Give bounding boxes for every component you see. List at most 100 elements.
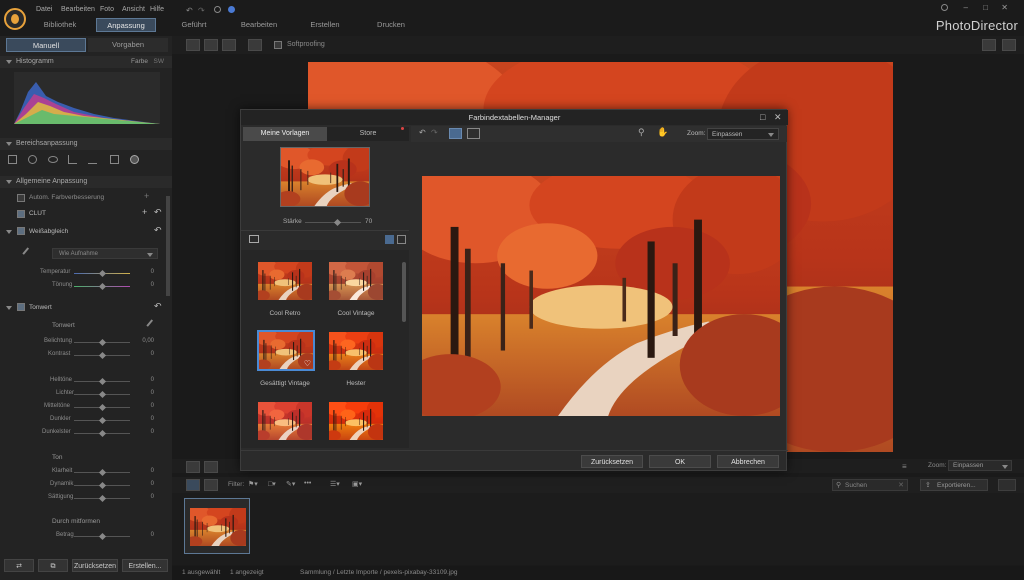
import-clut-icon[interactable] — [249, 235, 259, 243]
preset-scrollbar[interactable] — [402, 262, 406, 322]
reset-all-button[interactable]: Zurücksetzen — [72, 559, 118, 572]
tab-bearbeiten[interactable]: Bearbeiten — [228, 18, 290, 32]
kontrast-knob[interactable] — [98, 351, 107, 360]
tab-anpassung[interactable]: Anpassung — [96, 18, 156, 32]
tab-gefuehrt[interactable]: Geführt — [164, 18, 224, 32]
dialog-redo-icon[interactable]: ↷ — [431, 128, 438, 137]
reset-button[interactable]: Zurücksetzen — [581, 455, 643, 468]
crop-tool-icon[interactable] — [8, 155, 17, 164]
grid-view-icon[interactable] — [186, 461, 200, 473]
zoom-tool-icon[interactable] — [982, 39, 996, 51]
gradient-tool-icon[interactable] — [88, 155, 97, 164]
clut-reset-icon[interactable]: ↶ — [154, 207, 162, 218]
more-filter-icon[interactable]: ••• — [304, 480, 311, 487]
dialog-maximize-icon[interactable]: □ — [760, 112, 765, 122]
preset-thumb-6[interactable] — [329, 402, 383, 440]
tab-manuell[interactable]: Manuell — [6, 38, 86, 52]
tab-meine-vorlagen[interactable]: Meine Vorlagen — [243, 127, 327, 141]
lichter-knob[interactable] — [98, 377, 107, 386]
dialog-zoom-select[interactable]: Einpassen — [707, 128, 779, 140]
menu-foto[interactable]: Foto — [100, 6, 114, 13]
main-zoom-select[interactable]: Einpassen — [948, 460, 1012, 471]
search-input[interactable]: ⚲ Suchen ✕ — [832, 479, 908, 491]
betrag-knob[interactable] — [98, 532, 107, 541]
sort-icon[interactable]: ≡ — [902, 462, 907, 471]
filmstrip-thumbnail[interactable] — [184, 498, 250, 554]
panel-scrollbar[interactable] — [166, 196, 170, 296]
wb-reset-icon[interactable]: ↶ — [154, 225, 162, 236]
tonwert-checkbox[interactable] — [17, 303, 25, 311]
dialog-undo-icon[interactable]: ↶ — [419, 128, 426, 137]
toenung-knob[interactable] — [98, 282, 107, 291]
dunkler-knob[interactable] — [98, 416, 107, 425]
mitteltoene-knob[interactable] — [98, 403, 107, 412]
wb-checkbox[interactable] — [17, 227, 25, 235]
create-preset-button[interactable]: Erstellen... — [122, 559, 168, 572]
tab-store[interactable]: Store — [327, 127, 409, 141]
temperatur-knob[interactable] — [98, 269, 107, 278]
undo-icon[interactable]: ↶ — [186, 6, 193, 15]
close-app-icon[interactable]: ✕ — [1001, 3, 1008, 12]
list-mode-icon[interactable] — [397, 235, 406, 244]
dialog-preview-image[interactable] — [422, 176, 780, 416]
dunkelster-knob[interactable] — [98, 429, 107, 438]
preset-thumb-hester[interactable] — [329, 332, 383, 370]
cancel-button[interactable]: Abbrechen — [717, 455, 779, 468]
preset-thumb-gesaettigt-vintage[interactable]: ♡ — [257, 330, 315, 371]
dialog-close-icon[interactable]: ✕ — [774, 112, 782, 123]
auto-color-plus-icon[interactable]: + — [144, 191, 149, 201]
minimize-icon[interactable]: – — [964, 3, 968, 12]
tab-bibliothek[interactable]: Bibliothek — [30, 18, 90, 32]
favorite-heart-icon[interactable]: ♡ — [304, 359, 311, 368]
sort-list-icon[interactable]: ☰▾ — [330, 480, 340, 488]
grid-mode-icon[interactable] — [385, 235, 394, 244]
monitor-icon[interactable] — [248, 39, 262, 51]
view-compare-icon[interactable] — [204, 39, 218, 51]
cloud-icon[interactable] — [228, 6, 235, 13]
bereichsanpassung-header[interactable]: Bereichsanpassung — [0, 138, 172, 150]
menu-bearbeiten[interactable]: Bearbeiten — [61, 6, 95, 13]
tonwert-eyedropper-icon[interactable] — [146, 319, 158, 331]
eyedropper-icon[interactable] — [22, 247, 34, 259]
ok-button[interactable]: OK — [649, 455, 711, 468]
staerke-knob[interactable] — [333, 218, 342, 227]
view-single-icon[interactable] — [186, 39, 200, 51]
maximize-icon[interactable]: □ — [983, 3, 988, 12]
hand-tool-icon[interactable] — [1002, 39, 1016, 51]
belichtung-knob[interactable] — [98, 338, 107, 347]
wb-preset-select[interactable]: Wie Aufnahme — [52, 248, 158, 259]
clut-add-icon[interactable]: + — [142, 207, 147, 217]
histogram-header[interactable]: Histogramm Farbe SW — [0, 56, 172, 68]
account-icon[interactable] — [941, 4, 948, 11]
histogram-farbe-toggle[interactable]: Farbe — [131, 58, 148, 65]
search-clear-icon[interactable]: ✕ — [898, 481, 904, 489]
klarheit-knob[interactable] — [98, 468, 107, 477]
preset-thumb-cool-retro[interactable] — [258, 262, 312, 300]
redeye-tool-icon[interactable] — [48, 156, 58, 163]
flag-filter-icon[interactable]: ⚑▾ — [248, 480, 258, 488]
brush-tool-icon[interactable] — [68, 155, 77, 164]
tab-vorgaben[interactable]: Vorgaben — [88, 38, 168, 52]
export-menu-button[interactable] — [998, 479, 1016, 491]
clut-checkbox[interactable] — [17, 210, 25, 218]
preset-thumb-5[interactable] — [258, 402, 312, 440]
dialog-hand-tool-icon[interactable]: ✋ — [657, 127, 668, 138]
saettigung-knob[interactable] — [98, 494, 107, 503]
tab-drucken[interactable]: Drucken — [360, 18, 422, 32]
redo-icon[interactable]: ↷ — [198, 6, 205, 15]
allgemeine-header[interactable]: Allgemeine Anpassung — [0, 176, 172, 188]
split-view-icon[interactable] — [467, 128, 480, 139]
compare-button[interactable]: ⇄ — [4, 559, 34, 572]
filmstrip-mode-icon[interactable] — [186, 479, 200, 491]
spot-tool-icon[interactable] — [28, 155, 37, 164]
edit-filter-icon[interactable]: ✎▾ — [286, 480, 295, 488]
view-grid-icon[interactable] — [222, 39, 236, 51]
copy-settings-button[interactable]: ⧉ — [38, 559, 68, 572]
dynamik-knob[interactable] — [98, 481, 107, 490]
auto-color-checkbox[interactable] — [17, 194, 25, 202]
menu-hilfe[interactable]: Hilfe — [150, 6, 164, 13]
export-button[interactable]: ⇪ Exportieren... — [920, 479, 988, 491]
skin-tool-icon[interactable] — [130, 155, 139, 164]
sync-icon[interactable] — [214, 6, 221, 13]
menu-datei[interactable]: Datei — [36, 6, 52, 13]
